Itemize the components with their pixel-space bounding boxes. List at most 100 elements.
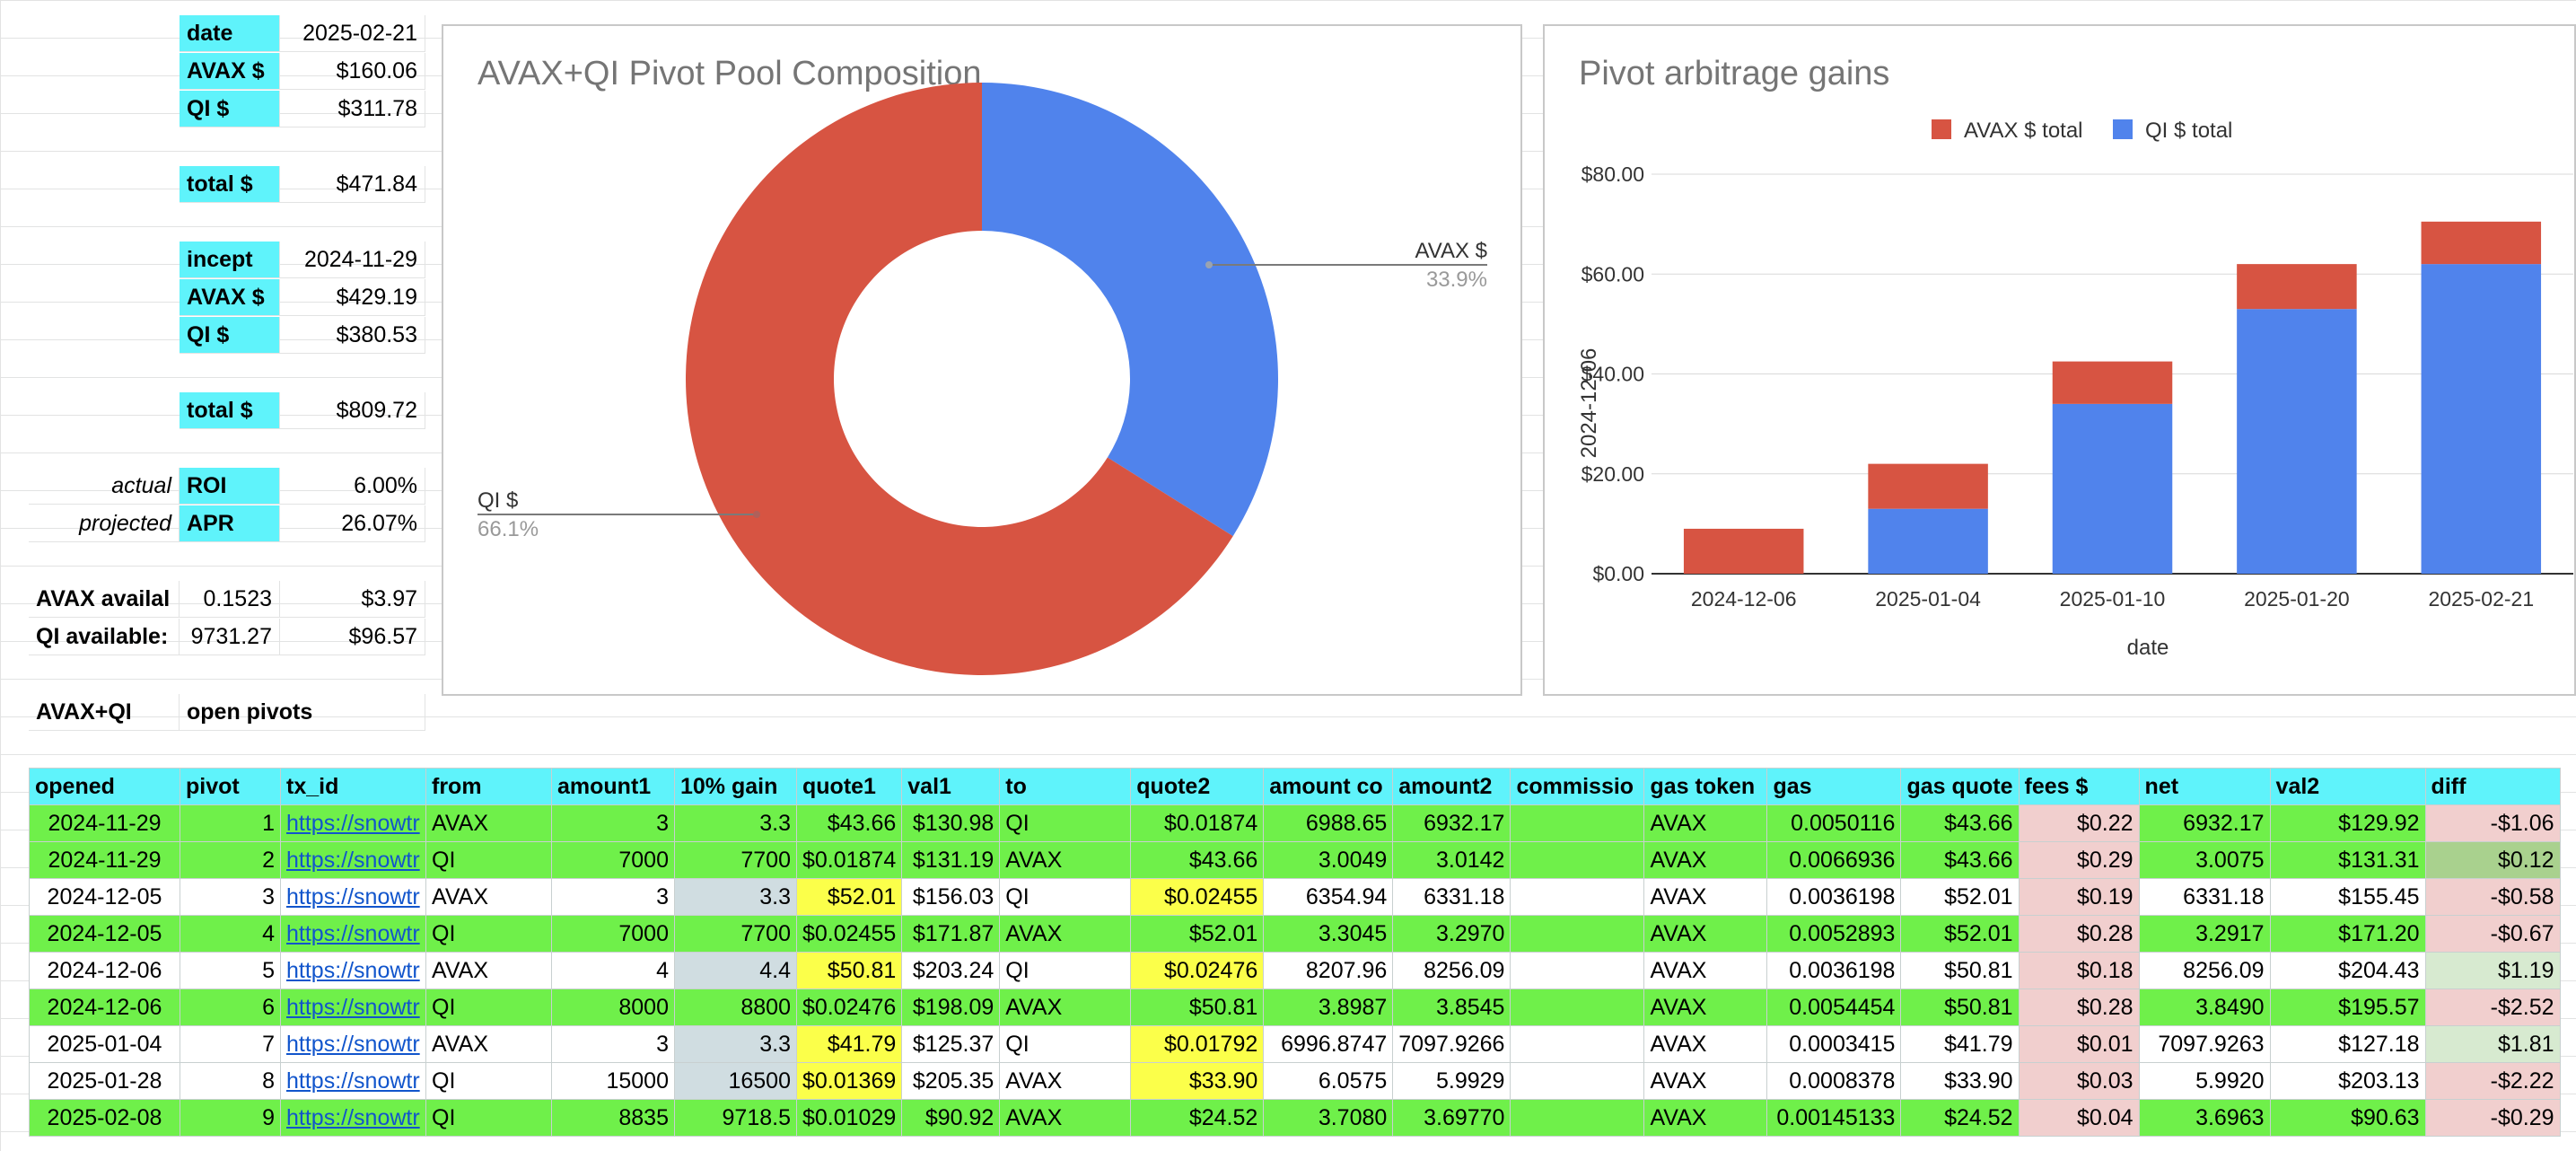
table-row[interactable]: 2024-12-05 3 https://snowtr AVAX 3 3.3 $52.01 $… bbox=[29, 878, 2561, 916]
table-cell[interactable]: 0.0008378 bbox=[1766, 1062, 1902, 1100]
table-cell[interactable]: 4 bbox=[551, 952, 675, 989]
tx-link[interactable]: https://snowtr bbox=[280, 952, 426, 989]
bar-qi-2025-01-04[interactable] bbox=[1868, 508, 1988, 574]
table-cell[interactable]: $0.01874 bbox=[795, 841, 903, 879]
date-label[interactable]: date bbox=[180, 15, 280, 52]
table-cell[interactable]: 0.0066936 bbox=[1766, 841, 1902, 879]
column-header[interactable]: quote1 bbox=[795, 768, 903, 805]
column-header[interactable]: quote2 bbox=[1130, 768, 1265, 805]
table-cell[interactable]: $52.01 bbox=[1900, 915, 2020, 953]
avax2-label[interactable]: AVAX $ bbox=[180, 279, 280, 316]
qi-available-qty[interactable]: 9731.27 bbox=[180, 619, 280, 655]
table-cell[interactable]: AVAX bbox=[999, 1062, 1132, 1100]
column-header[interactable]: 10% gain bbox=[674, 768, 797, 805]
table-cell[interactable]: AVAX bbox=[425, 804, 552, 842]
date-value[interactable]: 2025-02-21 bbox=[280, 15, 425, 52]
table-cell[interactable]: 16500 bbox=[674, 1062, 797, 1100]
table-cell[interactable]: 7700 bbox=[674, 841, 797, 879]
table-cell[interactable]: $130.98 bbox=[901, 804, 1001, 842]
bar-avax-2025-01-04[interactable] bbox=[1868, 463, 1988, 509]
incept-value[interactable]: 2024-11-29 bbox=[280, 242, 425, 278]
tx-link[interactable]: https://snowtr bbox=[280, 1025, 426, 1063]
table-cell[interactable]: 7700 bbox=[674, 915, 797, 953]
table-cell[interactable]: 6354.94 bbox=[1263, 878, 1394, 916]
column-header[interactable]: pivot bbox=[180, 768, 281, 805]
table-cell[interactable]: $24.52 bbox=[1900, 1099, 2020, 1137]
table-cell[interactable]: 3.8545 bbox=[1392, 988, 1511, 1026]
table-cell[interactable]: QI bbox=[999, 878, 1132, 916]
bar-avax-2025-01-10[interactable] bbox=[2052, 361, 2173, 404]
table-cell[interactable]: $50.81 bbox=[1900, 952, 2020, 989]
table-cell[interactable]: 3.0075 bbox=[2138, 841, 2271, 879]
tx-link[interactable]: https://snowtr bbox=[280, 1062, 426, 1100]
table-row[interactable]: 2024-12-05 4 https://snowtr QI 7000 7700 $0.02… bbox=[29, 915, 2561, 953]
table-row[interactable]: 2024-12-06 6 https://snowtr QI 8000 8800 $0.02… bbox=[29, 988, 2561, 1026]
table-cell[interactable] bbox=[1510, 952, 1645, 989]
table-cell[interactable]: 6932.17 bbox=[1392, 804, 1511, 842]
table-cell[interactable]: 3 bbox=[551, 804, 675, 842]
table-cell[interactable]: $33.90 bbox=[1130, 1062, 1265, 1100]
column-header[interactable]: val2 bbox=[2269, 768, 2426, 805]
table-cell[interactable]: $198.09 bbox=[901, 988, 1001, 1026]
pair-label[interactable]: AVAX+QI bbox=[29, 694, 180, 731]
table-cell[interactable]: $205.35 bbox=[901, 1062, 1001, 1100]
table-cell[interactable]: AVAX bbox=[999, 915, 1132, 953]
table-cell[interactable]: 8207.96 bbox=[1263, 952, 1394, 989]
table-cell[interactable]: $43.66 bbox=[1900, 804, 2020, 842]
table-cell[interactable]: $41.79 bbox=[795, 1025, 903, 1063]
table-cell[interactable]: AVAX bbox=[425, 952, 552, 989]
table-cell[interactable]: 4.4 bbox=[674, 952, 797, 989]
qi-label[interactable]: QI $ bbox=[180, 91, 280, 127]
table-cell[interactable]: QI bbox=[425, 1099, 552, 1137]
table-cell[interactable]: QI bbox=[425, 988, 552, 1026]
table-cell[interactable]: 3.2970 bbox=[1392, 915, 1511, 953]
table-cell[interactable]: -$2.22 bbox=[2424, 1062, 2561, 1100]
table-cell[interactable]: AVAX bbox=[1643, 915, 1768, 953]
table-cell[interactable]: $43.66 bbox=[1130, 841, 1265, 879]
table-cell[interactable]: $195.57 bbox=[2269, 988, 2426, 1026]
table-cell[interactable]: 2024-11-29 bbox=[29, 841, 180, 879]
table-cell[interactable]: 3.8987 bbox=[1263, 988, 1394, 1026]
table-cell[interactable]: $203.13 bbox=[2269, 1062, 2426, 1100]
total2-value[interactable]: $809.72 bbox=[280, 392, 425, 429]
table-cell[interactable]: $171.20 bbox=[2269, 915, 2426, 953]
avax2-value[interactable]: $429.19 bbox=[280, 279, 425, 316]
table-cell[interactable]: $0.28 bbox=[2018, 988, 2140, 1026]
table-cell[interactable]: 3 bbox=[551, 878, 675, 916]
table-cell[interactable]: QI bbox=[425, 841, 552, 879]
avax-available-qty[interactable]: 0.1523 bbox=[180, 581, 280, 618]
table-cell[interactable]: 2025-01-28 bbox=[29, 1062, 180, 1100]
table-cell[interactable]: $0.01 bbox=[2018, 1025, 2140, 1063]
table-cell[interactable]: $0.02455 bbox=[1130, 878, 1265, 916]
table-cell[interactable]: AVAX bbox=[1643, 1025, 1768, 1063]
tx-link[interactable]: https://snowtr bbox=[280, 804, 426, 842]
tx-link[interactable]: https://snowtr bbox=[280, 915, 426, 953]
table-cell[interactable] bbox=[1510, 1025, 1645, 1063]
table-cell[interactable]: $50.81 bbox=[1900, 988, 2020, 1026]
table-cell[interactable]: 7097.9263 bbox=[2138, 1025, 2271, 1063]
table-cell[interactable]: $43.66 bbox=[795, 804, 903, 842]
table-cell[interactable]: 0.0052893 bbox=[1766, 915, 1902, 953]
tx-link[interactable]: https://snowtr bbox=[280, 1099, 426, 1137]
table-cell[interactable]: 3.69770 bbox=[1392, 1099, 1511, 1137]
table-cell[interactable]: QI bbox=[425, 1062, 552, 1100]
table-cell[interactable]: $0.22 bbox=[2018, 804, 2140, 842]
table-cell[interactable]: $50.81 bbox=[795, 952, 903, 989]
table-cell[interactable]: 1 bbox=[180, 804, 281, 842]
table-cell[interactable]: AVAX bbox=[425, 878, 552, 916]
table-cell[interactable]: AVAX bbox=[1643, 1062, 1768, 1100]
table-cell[interactable]: 9 bbox=[180, 1099, 281, 1137]
avax-value[interactable]: $160.06 bbox=[280, 53, 425, 90]
table-cell[interactable]: 5.9920 bbox=[2138, 1062, 2271, 1100]
table-cell[interactable]: 3.8490 bbox=[2138, 988, 2271, 1026]
table-cell[interactable]: 7 bbox=[180, 1025, 281, 1063]
bar-qi-2025-01-10[interactable] bbox=[2052, 403, 2173, 574]
table-cell[interactable]: $203.24 bbox=[901, 952, 1001, 989]
table-cell[interactable]: 8256.09 bbox=[1392, 952, 1511, 989]
table-cell[interactable]: 3.3 bbox=[674, 804, 797, 842]
table-cell[interactable]: $50.81 bbox=[1130, 988, 1265, 1026]
bar-avax-2025-01-20[interactable] bbox=[2237, 264, 2357, 310]
table-cell[interactable]: $0.02476 bbox=[1130, 952, 1265, 989]
column-header[interactable]: commissio bbox=[1510, 768, 1645, 805]
total-label[interactable]: total $ bbox=[180, 166, 280, 203]
